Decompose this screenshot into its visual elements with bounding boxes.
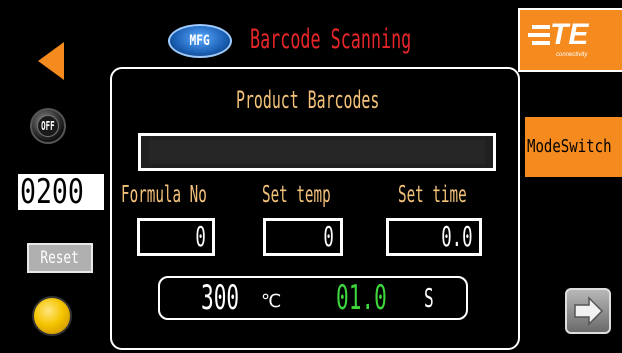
formula-no-field[interactable]: 0 — [137, 218, 215, 256]
mfg-badge[interactable]: MFG — [168, 24, 232, 58]
current-temperature-value: 300 — [201, 278, 240, 318]
te-logo-text: TE — [550, 18, 589, 51]
set-temp-label: Set temp — [262, 180, 372, 210]
formula-label-text: Formula No — [121, 182, 207, 208]
next-icon — [574, 296, 604, 326]
panel-title: Product Barcodes — [236, 84, 416, 116]
set-time-field[interactable]: 0.0 — [386, 218, 482, 256]
set-time-label: Set time — [398, 180, 508, 210]
back-arrow-icon[interactable] — [38, 42, 64, 80]
current-temperature: 300 — [201, 279, 261, 317]
off-button[interactable]: OFF — [30, 108, 66, 144]
temperature-unit: ℃ — [261, 291, 282, 312]
app-title-text: Barcode Scanning — [250, 24, 412, 55]
off-label: OFF — [41, 119, 55, 133]
barcode-input[interactable] — [138, 133, 496, 171]
te-logo: TE connectivity — [518, 8, 622, 72]
set-temp-label-text: Set temp — [262, 182, 331, 208]
set-time-label-text: Set time — [398, 182, 467, 208]
mode-switch-button[interactable]: ModeSwitch — [525, 117, 622, 177]
formula-label: Formula No — [121, 180, 231, 210]
time-unit-text: S — [424, 284, 434, 314]
indicator-lamp-icon — [32, 296, 72, 336]
panel-title-text: Product Barcodes — [236, 86, 380, 114]
counter-display: 0200 — [18, 174, 104, 210]
mode-switch-label: ModeSwitch — [527, 136, 612, 157]
next-button[interactable] — [565, 288, 611, 334]
barcode-value — [149, 140, 485, 164]
app-title: Barcode Scanning — [250, 22, 430, 58]
te-logo-icon — [528, 25, 550, 45]
current-time-value: 01.0 — [336, 278, 387, 318]
set-temp-value: 0 — [323, 220, 334, 253]
set-temp-field[interactable]: 0 — [263, 218, 343, 256]
te-logo-tagline: connectivity — [556, 52, 588, 58]
counter-value: 0200 — [20, 174, 84, 210]
set-time-value: 0.0 — [441, 220, 473, 253]
time-unit: S — [424, 282, 440, 316]
mfg-label: MFG — [189, 33, 211, 49]
reset-label: Reset — [40, 248, 80, 268]
current-time: 01.0 — [336, 279, 426, 317]
formula-no-value: 0 — [195, 220, 206, 253]
reset-button[interactable]: Reset — [27, 243, 93, 273]
